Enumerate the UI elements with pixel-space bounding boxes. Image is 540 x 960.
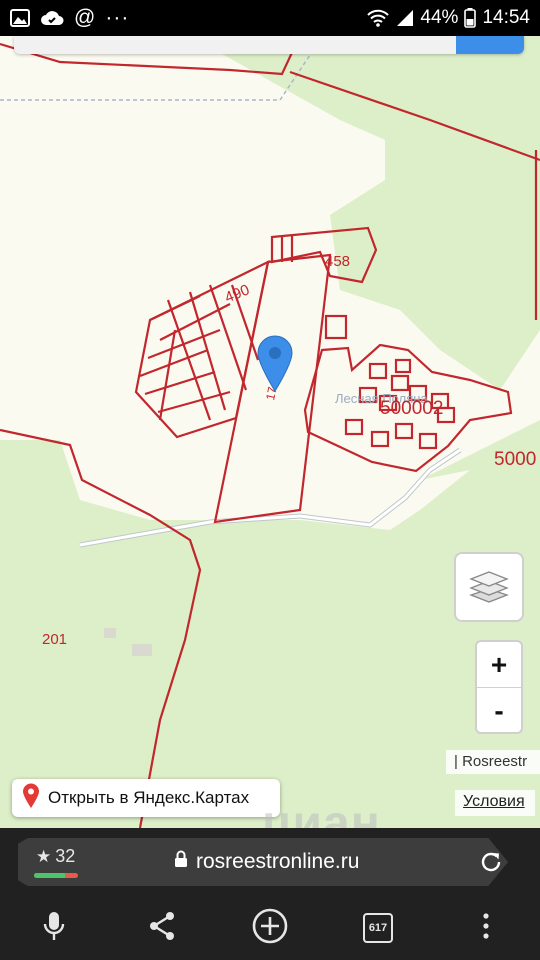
location-pin-icon[interactable]	[256, 334, 294, 392]
url-text: rosreestronline.ru	[196, 850, 360, 873]
site-rating[interactable]: ★ 32	[36, 846, 75, 867]
new-tab-button[interactable]	[243, 901, 297, 955]
map-pin-icon	[22, 783, 40, 814]
more-notifications-icon: ···	[105, 6, 130, 29]
zoom-controls: + -	[475, 640, 523, 734]
zoom-out-button[interactable]: -	[477, 688, 521, 732]
layers-icon	[467, 565, 511, 610]
gallery-notification-icon	[10, 9, 30, 27]
parcel-label: 500002	[380, 398, 443, 419]
map-attribution: | Rosreestr	[446, 750, 540, 774]
rating-bar-fill	[34, 873, 65, 878]
cloud-sync-icon	[40, 9, 64, 27]
terms-link[interactable]: Условия	[455, 790, 535, 816]
layers-button[interactable]	[454, 552, 524, 622]
rating-bar	[34, 873, 78, 878]
status-bar: @ ··· 44% 14:54	[0, 0, 540, 36]
search-button[interactable]	[456, 36, 524, 54]
open-yandex-maps-button[interactable]: Открыть в Яндекс.Картах	[12, 779, 280, 817]
rating-value: 32	[55, 846, 76, 866]
parcel-label: 458	[325, 253, 350, 270]
menu-button[interactable]	[459, 901, 513, 955]
share-icon	[148, 911, 176, 946]
cadastral-map[interactable]: 490 458 17 Лесная Поляна 500002 5000 201	[0, 36, 540, 828]
zoom-in-button[interactable]: +	[477, 642, 521, 687]
open-yandex-label: Открыть в Яндекс.Картах	[48, 788, 250, 807]
building	[104, 628, 116, 638]
clock: 14:54	[482, 7, 530, 28]
at-sign-icon: @	[74, 6, 96, 29]
tabs-button[interactable]: 617	[351, 901, 405, 955]
parcel-label: 5000	[494, 449, 536, 470]
forest-area	[190, 36, 540, 390]
plus-circle-icon	[251, 907, 289, 950]
lock-icon	[174, 850, 188, 874]
url-display[interactable]: rosreestronline.ru	[174, 850, 359, 874]
more-vertical-icon	[482, 912, 490, 945]
voice-search-button[interactable]	[27, 901, 81, 955]
browser-nav: 617	[0, 896, 540, 960]
battery-percent: 44%	[420, 7, 459, 28]
share-button[interactable]	[135, 901, 189, 955]
wifi-icon	[366, 8, 390, 28]
search-bar[interactable]	[14, 36, 524, 54]
map-canvas: 490 458 17 Лесная Поляна 500002 5000 201	[0, 36, 540, 828]
star-icon: ★	[36, 846, 52, 866]
parcel-label: 490	[222, 281, 252, 306]
microphone-icon	[42, 910, 66, 947]
reload-button[interactable]	[478, 849, 504, 880]
battery-icon	[464, 8, 477, 28]
reload-icon	[478, 852, 504, 879]
tabs-count-icon: 617	[363, 913, 393, 943]
cell-signal-icon	[396, 9, 414, 27]
parcel-label: 201	[42, 631, 67, 648]
building	[132, 644, 152, 656]
